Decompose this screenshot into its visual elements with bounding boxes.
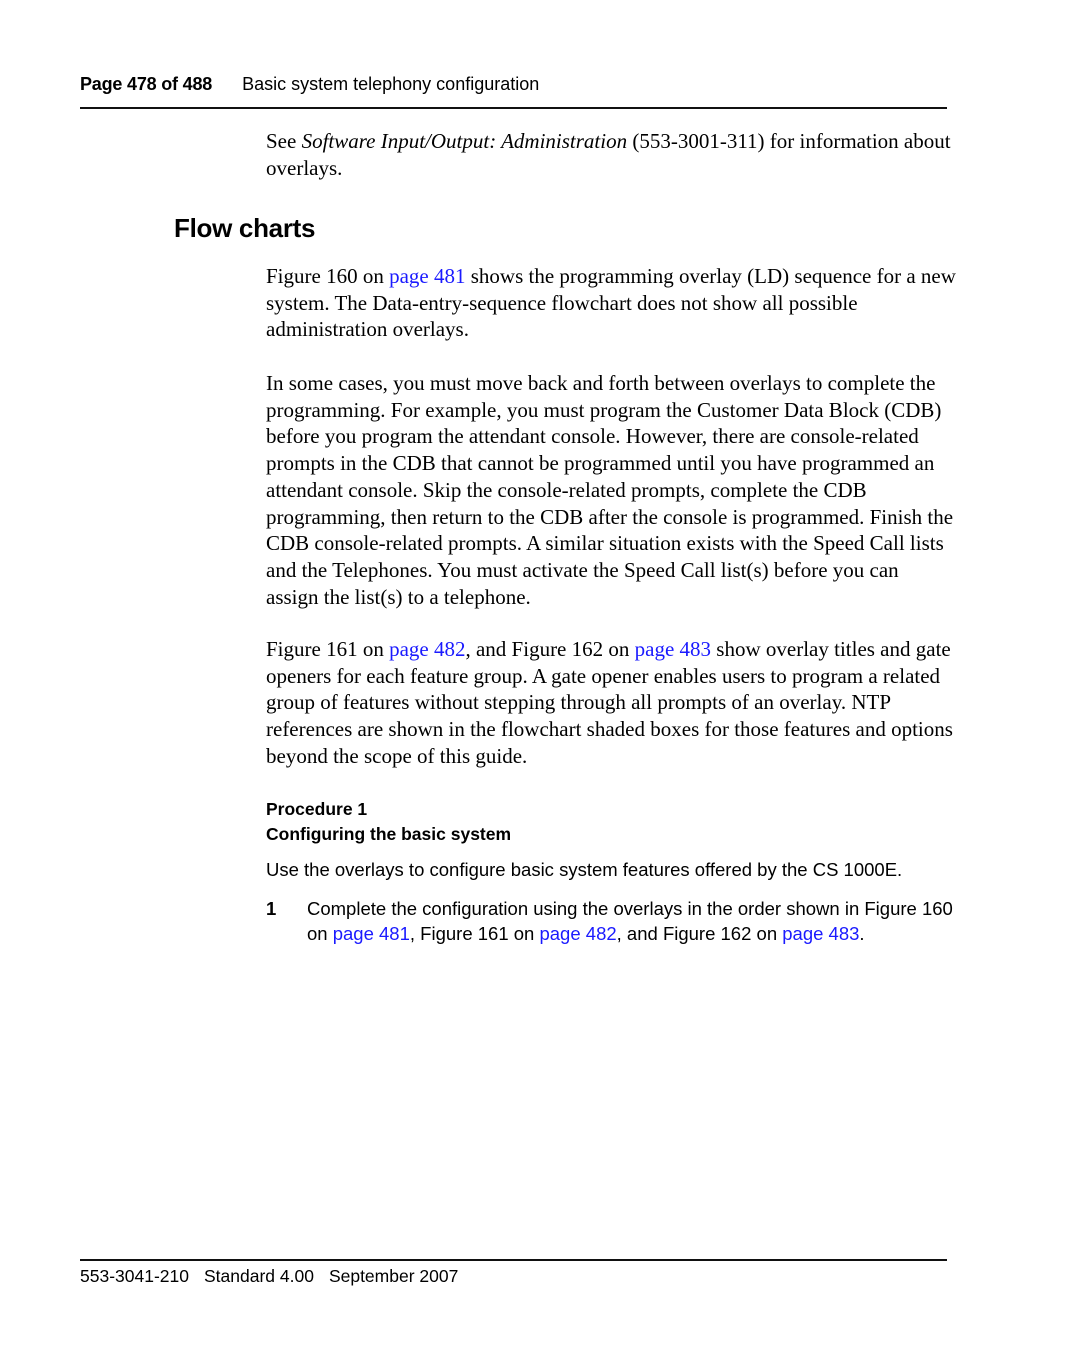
document-date: September 2007	[328, 1266, 459, 1286]
procedure-title: Configuring the basic system	[266, 823, 512, 844]
paragraph-figure-160: Figure 160 on page 481 shows the program…	[266, 263, 956, 343]
link-page-482[interactable]: page 482	[389, 637, 465, 661]
link-page-481[interactable]: page 481	[389, 264, 465, 288]
paragraph-text: Figure 160 on	[266, 264, 390, 288]
referenced-document-title: Software Input/Output: Administration	[301, 129, 628, 153]
paragraph-figures-161-162: Figure 161 on page 482, and Figure 162 o…	[266, 636, 956, 770]
paragraph-text: Figure 161 on	[266, 637, 390, 661]
paragraph-text: , and Figure 162 on	[465, 637, 635, 661]
step-text-part: , Figure 161 on	[409, 922, 540, 944]
header-divider	[80, 107, 947, 109]
procedure-step: 1 Complete the configuration using the o…	[266, 897, 956, 946]
intro-text: See	[266, 129, 302, 153]
page-number: Page 478 of 488	[80, 74, 213, 94]
link-page-481[interactable]: page 481	[333, 923, 410, 944]
link-page-483[interactable]: page 483	[635, 637, 711, 661]
link-page-483[interactable]: page 483	[782, 923, 859, 944]
page-header: Page 478 of 488 Basic system telephony co…	[80, 74, 947, 95]
step-number: 1	[266, 898, 277, 919]
paragraph-overlay-order: In some cases, you must move back and fo…	[266, 371, 954, 609]
running-title: Basic system telephony configuration	[242, 74, 540, 94]
procedure-heading: Procedure 1 Configuring the basic system	[266, 797, 511, 846]
step-text-part: , and Figure 162 on	[616, 922, 783, 944]
section-heading: Flow charts	[174, 213, 316, 243]
page-footer: 553-3041-210 Standard 4.00 September 2007	[80, 1266, 458, 1287]
procedure-intro: Use the overlays to configure basic syst…	[266, 859, 903, 880]
document-standard: Standard 4.00	[203, 1266, 314, 1286]
step-text: Complete the configuration using the ove…	[307, 897, 956, 946]
procedure-label: Procedure 1	[266, 799, 368, 819]
document-number: 553-3041-210	[80, 1266, 189, 1286]
intro-paragraph: See Software Input/Output: Administratio…	[266, 128, 956, 181]
footer-divider	[80, 1259, 947, 1261]
link-page-482[interactable]: page 482	[539, 923, 616, 944]
step-text-part: .	[859, 922, 865, 944]
